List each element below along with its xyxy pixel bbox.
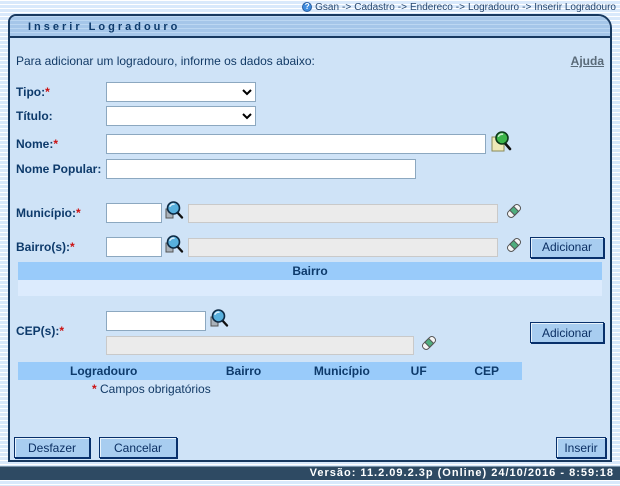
action-buttons-row: Desfazer Cancelar Inserir bbox=[14, 437, 606, 458]
breadcrumb-item-inserir-logradouro[interactable]: Inserir Logradouro bbox=[534, 2, 616, 13]
nome-input[interactable] bbox=[106, 134, 486, 154]
required-asterisk: * bbox=[53, 137, 58, 151]
desfazer-button[interactable]: Desfazer bbox=[14, 437, 90, 458]
search-document-icon[interactable] bbox=[489, 130, 513, 158]
eraser-icon[interactable] bbox=[419, 333, 439, 358]
breadcrumb-item-gsan[interactable]: Gsan bbox=[315, 2, 339, 13]
municipio-readonly-field bbox=[188, 204, 498, 223]
ajuda-link[interactable]: Ajuda bbox=[571, 54, 604, 70]
required-asterisk: * bbox=[45, 85, 50, 99]
ceps-label: CEP(s):* bbox=[16, 324, 106, 338]
main-panel: Inserir Logradouro Para adicionar um log… bbox=[8, 14, 612, 462]
breadcrumb-separator: -> bbox=[456, 2, 465, 13]
column-header-bairro: Bairro bbox=[189, 362, 297, 380]
bairro-table-header: Bairro bbox=[18, 262, 602, 280]
cancelar-button[interactable]: Cancelar bbox=[99, 437, 177, 458]
breadcrumb-item-logradouro[interactable]: Logradouro bbox=[468, 2, 519, 13]
bairro-table-empty-row bbox=[18, 280, 602, 296]
bairros-readonly-field bbox=[188, 238, 498, 257]
breadcrumb-item-cadastro[interactable]: Cadastro bbox=[354, 2, 395, 13]
adicionar-cep-button[interactable]: Adicionar bbox=[530, 322, 604, 343]
titulo-select[interactable] bbox=[106, 106, 256, 126]
eraser-icon[interactable] bbox=[504, 235, 524, 260]
breadcrumb-separator: -> bbox=[522, 2, 531, 13]
logradouro-table-header: Logradouro Bairro Município UF CEP bbox=[18, 362, 522, 380]
breadcrumb: ? Gsan -> Cadastro -> Endereco -> Lograd… bbox=[0, 0, 620, 14]
required-fields-note: * Campos obrigatórios bbox=[92, 382, 604, 398]
actions-spacer bbox=[186, 437, 547, 458]
breadcrumb-separator: -> bbox=[342, 2, 351, 13]
help-icon[interactable]: ? bbox=[302, 2, 312, 12]
required-asterisk: * bbox=[76, 206, 81, 220]
nome-label: Nome:* bbox=[16, 137, 106, 151]
search-icon[interactable] bbox=[164, 200, 185, 226]
ceps-input[interactable] bbox=[106, 311, 206, 331]
column-header-logradouro: Logradouro bbox=[18, 362, 189, 380]
bairros-label: Bairro(s):* bbox=[16, 240, 106, 254]
page-title: Inserir Logradouro bbox=[10, 16, 610, 38]
column-header-uf: UF bbox=[386, 362, 452, 380]
breadcrumb-separator: -> bbox=[398, 2, 407, 13]
municipio-input[interactable] bbox=[106, 203, 162, 223]
nome-popular-label: Nome Popular: bbox=[16, 162, 106, 176]
column-header-municipio: Município bbox=[298, 362, 386, 380]
breadcrumb-item-endereco[interactable]: Endereco bbox=[410, 2, 453, 13]
tipo-select[interactable] bbox=[106, 82, 256, 102]
bairros-input[interactable] bbox=[106, 237, 162, 257]
intro-text: Para adicionar um logradouro, informe os… bbox=[16, 54, 315, 70]
version-footer: Versão: 11.2.09.2.3p (Online) 24/10/2016… bbox=[0, 466, 620, 480]
ceps-readonly-field bbox=[106, 336, 414, 355]
inserir-button[interactable]: Inserir bbox=[556, 437, 606, 458]
tipo-label: Tipo:* bbox=[16, 85, 106, 99]
required-asterisk: * bbox=[70, 240, 75, 254]
eraser-icon[interactable] bbox=[504, 201, 524, 226]
required-asterisk: * bbox=[59, 324, 64, 338]
adicionar-bairro-button[interactable]: Adicionar bbox=[530, 237, 604, 258]
search-icon[interactable] bbox=[209, 308, 230, 334]
search-icon[interactable] bbox=[164, 234, 185, 260]
form-content: Para adicionar um logradouro, informe os… bbox=[10, 54, 610, 462]
titulo-label: Título: bbox=[16, 109, 106, 123]
nome-popular-input[interactable] bbox=[106, 159, 416, 179]
municipio-label: Município:* bbox=[16, 206, 106, 220]
column-header-cep: CEP bbox=[451, 362, 522, 380]
